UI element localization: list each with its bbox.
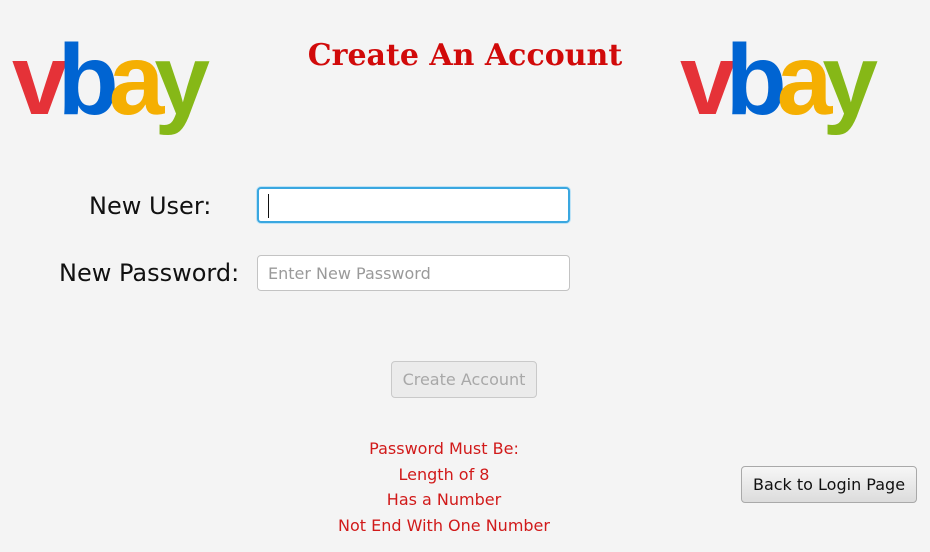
logo-letter-y: y xyxy=(154,24,210,136)
password-rule-ending: Not End With One Number xyxy=(338,515,550,535)
password-rules: Password Must Be: Length of 8 Has a Numb… xyxy=(294,436,594,538)
new-user-input[interactable] xyxy=(257,187,570,223)
new-password-input[interactable] xyxy=(257,255,570,291)
password-rule-length: Length of 8 xyxy=(398,464,490,484)
new-password-label: New Password: xyxy=(59,259,240,287)
password-rule-number: Has a Number xyxy=(386,490,502,509)
page-title: Create An Account xyxy=(307,38,623,73)
back-to-login-button[interactable]: Back to Login Page xyxy=(741,466,917,503)
logo-letter-b: b xyxy=(725,24,787,136)
text-caret xyxy=(268,194,269,218)
create-account-button[interactable]: Create Account xyxy=(391,361,537,398)
logo-letter-v: v xyxy=(12,24,68,136)
logo-letter-y: y xyxy=(822,24,878,136)
vbay-logo-left: vbay xyxy=(12,24,210,136)
logo-letter-v: v xyxy=(680,24,736,136)
new-user-label: New User: xyxy=(89,192,212,220)
logo-letter-a: a xyxy=(108,24,165,136)
vbay-logo-right: vbay xyxy=(680,24,878,136)
logo-letter-b: b xyxy=(57,24,119,136)
logo-letter-a: a xyxy=(776,24,833,136)
password-rules-heading: Password Must Be: xyxy=(369,439,519,458)
